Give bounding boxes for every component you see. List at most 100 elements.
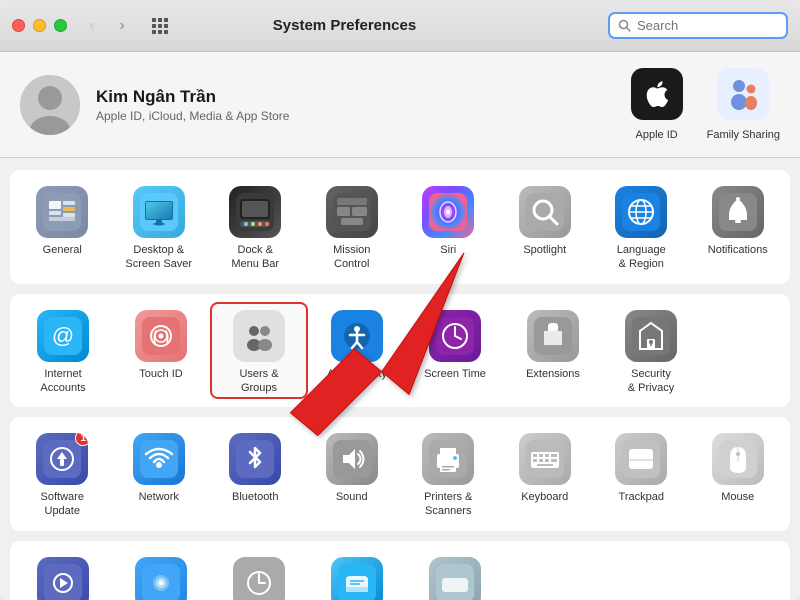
accessibility-label: Accessibility bbox=[327, 367, 387, 381]
pref-item-notifications[interactable]: Notifications bbox=[690, 178, 787, 276]
pref-item-bluetooth[interactable]: Bluetooth bbox=[207, 425, 304, 523]
family-sharing-label: Family Sharing bbox=[707, 129, 780, 141]
profile-name: Kim Ngân Trần bbox=[96, 87, 289, 107]
general-svg bbox=[43, 193, 81, 231]
network-svg bbox=[140, 440, 178, 478]
spotlight-svg bbox=[526, 193, 564, 231]
pref-row-2: @ InternetAccounts bbox=[10, 294, 790, 408]
users-svg bbox=[240, 317, 278, 355]
language-label: Language& Region bbox=[617, 243, 666, 272]
pref-item-language[interactable]: Language& Region bbox=[593, 178, 690, 276]
pref-item-extra1[interactable] bbox=[14, 549, 112, 600]
pref-item-security[interactable]: Security& Privacy bbox=[602, 302, 700, 400]
bluetooth-icon bbox=[229, 433, 281, 485]
dock-svg bbox=[236, 193, 274, 231]
pref-item-mission[interactable]: MissionControl bbox=[304, 178, 401, 276]
printers-label: Printers &Scanners bbox=[424, 490, 472, 519]
family-icon-svg bbox=[723, 74, 763, 114]
titlebar: ‹ › System Preferences bbox=[0, 0, 800, 52]
pref-item-keyboard[interactable]: Keyboard bbox=[497, 425, 594, 523]
pref-item-trackpad[interactable]: Trackpad bbox=[593, 425, 690, 523]
pref-item-internet[interactable]: @ InternetAccounts bbox=[14, 302, 112, 400]
pref-row-3: 1 SoftwareUpdate Ne bbox=[10, 417, 790, 531]
close-button[interactable] bbox=[12, 19, 25, 32]
extra4-svg bbox=[338, 564, 376, 600]
mission-icon bbox=[326, 186, 378, 238]
language-icon bbox=[615, 186, 667, 238]
extra5-svg bbox=[436, 564, 474, 600]
extra3-svg bbox=[240, 564, 278, 600]
extra1-svg bbox=[44, 564, 82, 600]
zoom-button[interactable] bbox=[54, 19, 67, 32]
mouse-svg bbox=[719, 440, 757, 478]
pref-row-4 bbox=[10, 541, 790, 600]
pref-item-extra4[interactable] bbox=[308, 549, 406, 600]
extensions-label: Extensions bbox=[526, 367, 580, 381]
network-icon bbox=[133, 433, 185, 485]
search-input[interactable] bbox=[637, 18, 767, 33]
pref-item-softwareupdate[interactable]: 1 SoftwareUpdate bbox=[14, 425, 111, 523]
pref-item-siri[interactable]: Siri bbox=[400, 178, 497, 276]
touch-label: Touch ID bbox=[139, 367, 182, 381]
pref-item-extra2[interactable] bbox=[112, 549, 210, 600]
extra5-icon bbox=[429, 557, 481, 600]
family-sharing-button[interactable]: Family Sharing bbox=[707, 68, 780, 141]
pref-item-sound[interactable]: Sound bbox=[304, 425, 401, 523]
pref-item-users[interactable]: Users &Groups bbox=[210, 302, 308, 400]
desktop-icon bbox=[133, 186, 185, 238]
avatar-icon bbox=[20, 75, 80, 135]
pref-item-desktop[interactable]: Desktop &Screen Saver bbox=[111, 178, 208, 276]
users-icon bbox=[233, 310, 285, 362]
extra2-svg bbox=[142, 564, 180, 600]
mouse-icon bbox=[712, 433, 764, 485]
extra1-icon bbox=[37, 557, 89, 600]
profile-right: Apple ID Family Sharing bbox=[631, 68, 780, 141]
extra4-icon bbox=[331, 557, 383, 600]
accessibility-icon bbox=[331, 310, 383, 362]
internet-svg: @ bbox=[44, 317, 82, 355]
pref-item-dock[interactable]: Dock &Menu Bar bbox=[207, 178, 304, 276]
window-content: Kim Ngân Trần Apple ID, iCloud, Media & … bbox=[0, 52, 800, 600]
pref-item-spotlight[interactable]: Spotlight bbox=[497, 178, 594, 276]
accessibility-svg bbox=[338, 317, 376, 355]
back-button[interactable]: ‹ bbox=[79, 16, 105, 36]
pref-item-extra5[interactable] bbox=[406, 549, 504, 600]
printers-svg bbox=[429, 440, 467, 478]
spotlight-icon bbox=[519, 186, 571, 238]
pref-item-extensions[interactable]: Extensions bbox=[504, 302, 602, 400]
pref-item-mouse[interactable]: Mouse bbox=[690, 425, 787, 523]
security-icon bbox=[625, 310, 677, 362]
search-box[interactable] bbox=[608, 12, 788, 39]
language-svg bbox=[622, 193, 660, 231]
pref-item-printers[interactable]: Printers &Scanners bbox=[400, 425, 497, 523]
pref-item-network[interactable]: Network bbox=[111, 425, 208, 523]
general-label: General bbox=[43, 243, 82, 257]
pref-item-general[interactable]: General bbox=[14, 178, 111, 276]
pref-item-extra3[interactable] bbox=[210, 549, 308, 600]
pref-item-screentime[interactable]: Screen Time bbox=[406, 302, 504, 400]
screentime-icon bbox=[429, 310, 481, 362]
main-content: General De bbox=[0, 158, 800, 600]
mouse-label: Mouse bbox=[721, 490, 754, 504]
siri-svg bbox=[429, 193, 467, 231]
trackpad-label: Trackpad bbox=[619, 490, 664, 504]
desktop-svg bbox=[140, 193, 178, 231]
traffic-lights bbox=[12, 19, 67, 32]
sound-svg bbox=[333, 440, 371, 478]
avatar bbox=[20, 75, 80, 135]
spotlight-label: Spotlight bbox=[523, 243, 566, 257]
software-update-badge: 1 bbox=[75, 433, 88, 446]
mission-label: MissionControl bbox=[333, 243, 370, 272]
siri-icon bbox=[422, 186, 474, 238]
touch-svg bbox=[142, 317, 180, 355]
pref-item-touch[interactable]: Touch ID bbox=[112, 302, 210, 400]
keyboard-label: Keyboard bbox=[521, 490, 568, 504]
apple-id-icon bbox=[631, 68, 683, 120]
keyboard-svg bbox=[526, 440, 564, 478]
desktop-label: Desktop &Screen Saver bbox=[125, 243, 192, 272]
printers-icon bbox=[422, 433, 474, 485]
apple-id-button[interactable]: Apple ID bbox=[631, 68, 683, 141]
minimize-button[interactable] bbox=[33, 19, 46, 32]
pref-item-accessibility[interactable]: Accessibility bbox=[308, 302, 406, 400]
softwareupdate-icon: 1 bbox=[36, 433, 88, 485]
